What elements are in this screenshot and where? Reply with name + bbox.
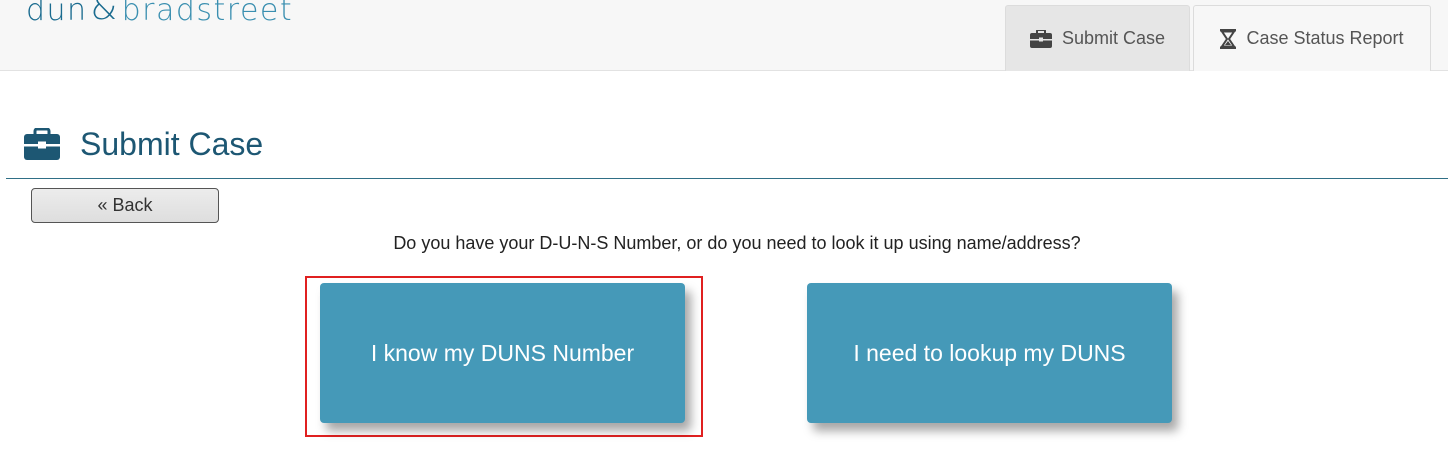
tab-submit-case-label: Submit Case xyxy=(1061,28,1166,48)
dun-bradstreet-logo[interactable]: dun & bradstreet xyxy=(26,0,293,28)
know-duns-button[interactable]: I know my DUNS Number xyxy=(320,283,685,423)
lookup-duns-button[interactable]: I need to lookup my DUNS xyxy=(807,283,1172,423)
page-title-text: Submit Case xyxy=(80,125,264,162)
logo-text-bradstreet: bradstreet xyxy=(121,0,294,28)
briefcase-icon xyxy=(1029,29,1052,48)
briefcase-icon xyxy=(24,128,60,160)
page-title: Submit Case xyxy=(24,120,263,168)
back-button[interactable]: « Back xyxy=(31,188,219,223)
logo-text-dun: dun xyxy=(26,0,88,28)
tab-submit-case[interactable]: Submit Case xyxy=(1005,5,1190,71)
tab-case-status-report-label: Case Status Report xyxy=(1246,28,1404,48)
duns-question: Do you have your D-U-N-S Number, or do y… xyxy=(393,233,1081,253)
top-header: dun & bradstreet Submit Case Case Status… xyxy=(0,0,1448,71)
title-divider xyxy=(6,178,1448,179)
logo-ampersand: & xyxy=(90,0,119,28)
hourglass-icon xyxy=(1220,28,1237,49)
tab-case-status-report[interactable]: Case Status Report xyxy=(1193,5,1431,71)
